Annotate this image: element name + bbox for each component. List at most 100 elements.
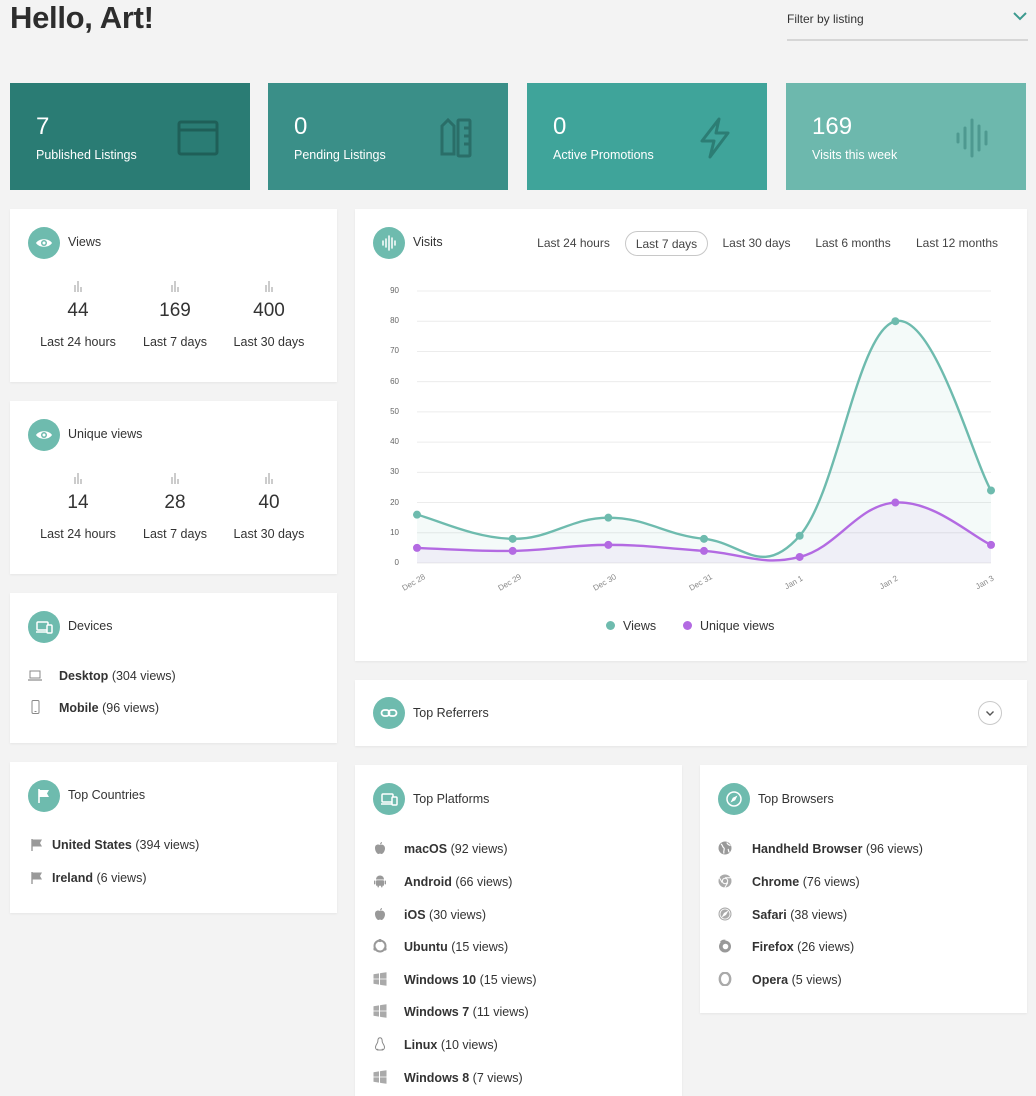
expand-referrers-button[interactable] — [978, 701, 1002, 725]
device-count: (96 views) — [102, 701, 160, 715]
card-title: Top Countries — [68, 788, 146, 802]
flag-icon — [31, 872, 42, 884]
platform-count: (66 views) — [455, 875, 513, 889]
top-platforms-card: Top Platforms macOS (92 views) Android (… — [355, 765, 682, 1096]
stat-label: Published Listings — [36, 148, 137, 162]
y-tick-label: 90 — [390, 286, 399, 295]
metric-label: Last 30 days — [233, 527, 305, 541]
platform-name: Android — [404, 875, 452, 889]
page-title: Hello, Art! — [10, 0, 154, 35]
metric-value: 44 — [67, 300, 89, 321]
y-tick-label: 80 — [390, 316, 399, 326]
views-card: Views 44 Last 24 hours 169 Last 7 days 4… — [10, 209, 337, 382]
range-last-12-months[interactable]: Last 12 months — [909, 231, 1005, 256]
y-tick-label: 70 — [390, 346, 399, 356]
y-tick-label: 20 — [390, 497, 399, 507]
windows-icon — [373, 1070, 387, 1084]
chevron-down-icon — [986, 711, 994, 716]
stat-label: Pending Listings — [294, 148, 386, 162]
legend-label: Unique views — [700, 619, 775, 633]
legend-dot — [683, 621, 692, 630]
metric-30d: 400 Last 30 days — [222, 280, 316, 349]
flag-icon — [31, 839, 42, 851]
pencil-ruler-icon — [440, 117, 472, 158]
metric-value: 400 — [253, 300, 285, 321]
platform-name: Linux — [404, 1038, 438, 1052]
y-tick-label: 60 — [390, 376, 399, 386]
platform-count: (7 views) — [472, 1071, 523, 1085]
range-last-7-days[interactable]: Last 7 days — [625, 231, 708, 256]
top-countries-card: Top Countries United States (394 views) … — [10, 762, 337, 913]
ubuntu-icon — [373, 939, 387, 953]
metric-24h: 14 Last 24 hours — [31, 472, 125, 541]
stat-tile-visits-this-week[interactable]: 169 Visits this week — [786, 83, 1026, 190]
metric-30d: 40 Last 30 days — [222, 472, 316, 541]
browser-count: (26 views) — [797, 940, 855, 954]
android-icon — [374, 875, 386, 888]
country-item-ireland: Ireland (6 views) — [52, 871, 147, 885]
apple-icon — [375, 908, 385, 920]
browser-count: (5 views) — [791, 973, 842, 987]
legend-label: Views — [623, 619, 657, 633]
range-last-30-days[interactable]: Last 30 days — [716, 231, 797, 256]
device-item-mobile: Mobile (96 views) — [59, 701, 159, 715]
firefox-icon — [719, 939, 731, 953]
country-count: (6 views) — [96, 871, 147, 885]
range-last-24-hours[interactable]: Last 24 hours — [530, 231, 617, 256]
country-count: (394 views) — [135, 838, 200, 852]
eye-icon — [28, 227, 60, 259]
bar-chart-icon — [265, 281, 273, 292]
stat-value: 169 — [812, 113, 853, 140]
chevron-down-icon — [1013, 12, 1027, 21]
legend-views[interactable]: Views — [606, 619, 656, 633]
metric-label: Last 30 days — [233, 335, 305, 349]
device-item-desktop: Desktop (304 views) — [59, 669, 176, 683]
country-name: Ireland — [52, 871, 93, 885]
browser-item: Handheld Browser (96 views) — [752, 842, 923, 856]
platform-count: (15 views) — [451, 940, 509, 954]
mobile-icon — [31, 700, 40, 714]
platform-count: (30 views) — [429, 908, 486, 922]
card-title: Top Browsers — [758, 792, 834, 806]
platform-item: Ubuntu (15 views) — [404, 940, 508, 954]
browser-item: Firefox (26 views) — [752, 940, 854, 954]
platform-name: Windows 10 — [404, 973, 477, 987]
platform-item: macOS (92 views) — [404, 842, 508, 856]
browser-name: Safari — [752, 908, 787, 922]
legend-dot — [606, 621, 615, 630]
card-title: Unique views — [68, 427, 143, 441]
laptop-icon — [28, 670, 42, 681]
legend-unique-views[interactable]: Unique views — [683, 619, 774, 633]
filter-by-listing-select[interactable]: Filter by listing — [787, 6, 1028, 41]
y-tick-label: 40 — [390, 437, 399, 447]
device-count: (304 views) — [111, 669, 176, 683]
platform-name: Windows 8 — [404, 1071, 470, 1085]
bar-chart-icon — [74, 281, 82, 292]
range-last-6-months[interactable]: Last 6 months — [808, 231, 898, 256]
stat-tile-pending-listings[interactable]: 0 Pending Listings — [268, 83, 508, 190]
globe-icon — [718, 841, 732, 855]
stat-value: 0 — [553, 113, 567, 140]
platform-item: iOS (30 views) — [404, 908, 486, 922]
metric-label: Last 7 days — [143, 335, 207, 349]
browser-item: Safari (38 views) — [752, 908, 847, 922]
card-title: Devices — [68, 619, 113, 633]
country-item-united-states: United States (394 views) — [52, 838, 199, 852]
bar-chart-icon — [171, 473, 179, 484]
device-name: Desktop — [59, 669, 109, 683]
stat-tile-active-promotions[interactable]: 0 Active Promotions — [527, 83, 767, 190]
card-title: Visits — [413, 235, 443, 249]
platform-name: Ubuntu — [404, 940, 448, 954]
devices-icon — [373, 783, 405, 815]
device-name: Mobile — [59, 701, 99, 715]
eye-icon — [28, 419, 60, 451]
bar-chart-icon — [171, 281, 179, 292]
browser-name: Firefox — [752, 940, 794, 954]
stat-label: Active Promotions — [553, 148, 654, 162]
browser-name: Chrome — [752, 875, 800, 889]
platform-count: (92 views) — [450, 842, 508, 856]
windows-icon — [373, 972, 387, 986]
browser-item: Chrome (76 views) — [752, 875, 860, 889]
stat-tile-published-listings[interactable]: 7 Published Listings — [10, 83, 250, 190]
y-tick-label: 50 — [390, 406, 399, 416]
